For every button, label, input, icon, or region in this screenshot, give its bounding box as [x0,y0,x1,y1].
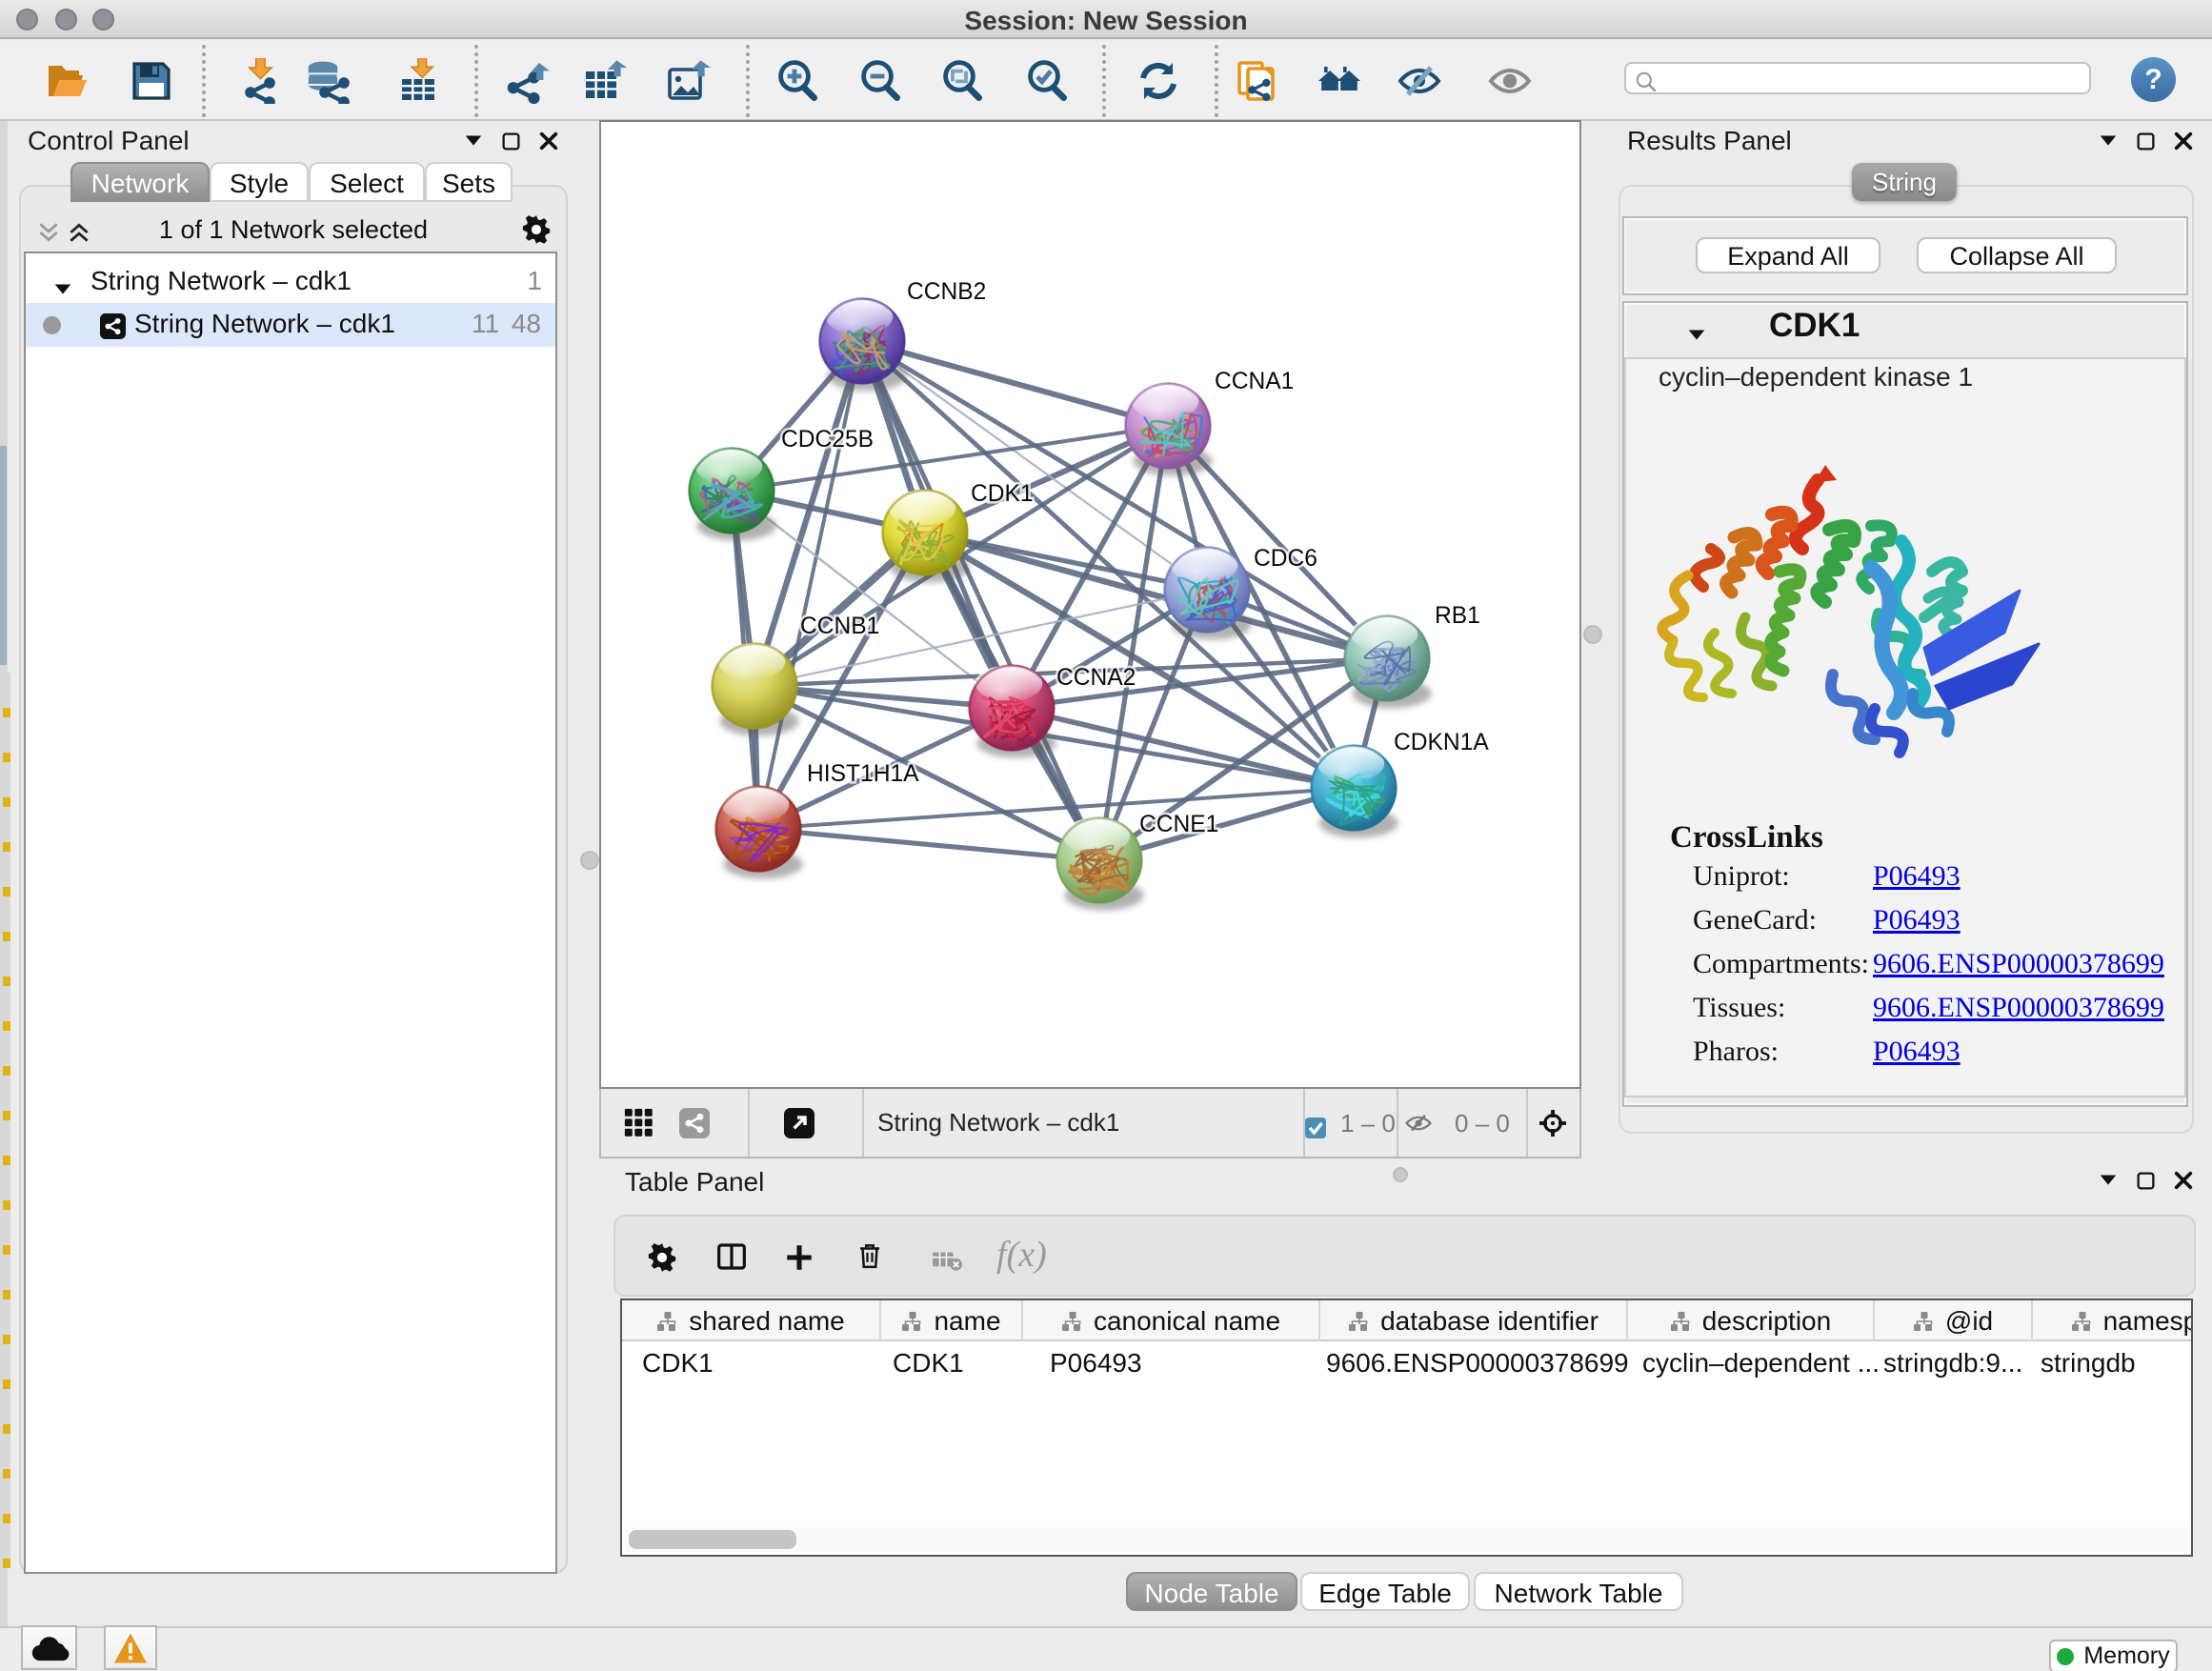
svg-text:CDK1: CDK1 [971,481,1034,507]
svg-text:CDC25B: CDC25B [781,427,874,453]
svg-text:CCNA2: CCNA2 [1056,665,1136,691]
svg-text:CDC6: CDC6 [1254,546,1317,572]
svg-text:CCNA1: CCNA1 [1215,369,1294,394]
svg-text:CCNE1: CCNE1 [1139,812,1218,837]
svg-text:CDKN1A: CDKN1A [1394,730,1489,755]
svg-text:CCNB1: CCNB1 [800,614,879,639]
svg-text:HIST1H1A: HIST1H1A [807,761,919,787]
svg-text:RB1: RB1 [1435,603,1480,629]
svg-text:CCNB2: CCNB2 [907,279,986,305]
